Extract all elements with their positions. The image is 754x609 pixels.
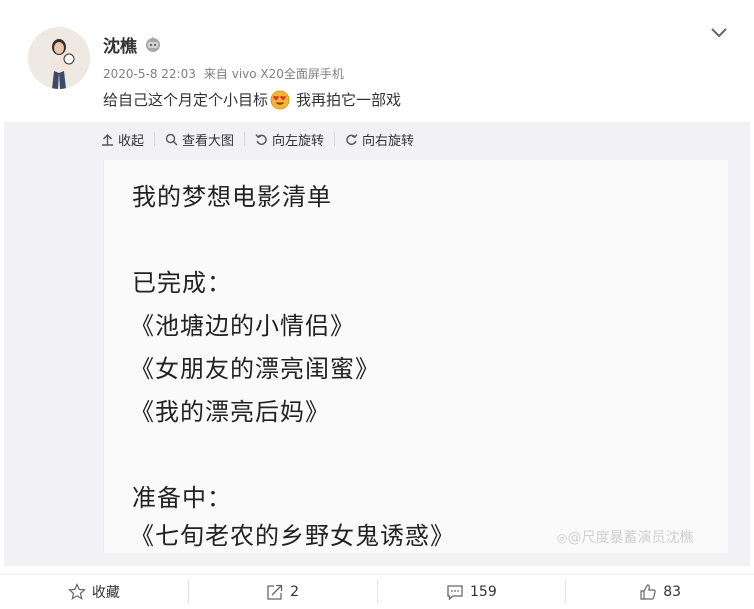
rotate-right-icon [346,133,358,145]
weibo-post-card: 沈樵 2020-5-8 22:03 来自 vivo X20全面屏手机 给自己这个月… [0,0,754,608]
robot-badge-icon [146,37,160,52]
like-count: 83 [663,584,682,600]
source-device[interactable]: vivo X20全面屏手机 [232,67,344,81]
post-text: 给自己这个月定个小目标 我再拍它一部戏 [103,89,401,110]
image-text-done-item: 《我的漂亮后妈》 [130,398,330,426]
rotate-left-button[interactable]: 向左旋转 [255,130,324,149]
share-icon [267,584,283,600]
collapse-label: 收起 [118,133,145,149]
star-icon [67,583,86,600]
search-icon [165,133,178,145]
image-text-todo-header: 准备中： [132,484,232,512]
arrow-up-icon [102,133,113,146]
rotate-left-icon [255,133,267,145]
post-image[interactable]: 我的梦想电影清单 已完成： 《池塘边的小情侣》 《女朋友的漂亮闺蜜》 《我的漂亮… [103,160,728,553]
toolbar-divider [154,132,156,146]
comment-count: 159 [470,584,497,600]
avatar[interactable] [28,27,90,89]
view-large-label: 查看大图 [182,133,235,149]
image-watermark: ◎@尺度暴蓄演员沈樵 [557,527,693,547]
post-meta: 2020-5-8 22:03 来自 vivo X20全面屏手机 [103,65,348,82]
image-text-todo-item: 《七旬老农的乡野女鬼诱惑》 [130,522,455,550]
collapse-button[interactable]: 收起 [101,130,144,149]
thumbs-up-icon [640,584,656,600]
repost-button[interactable]: 2 [189,575,377,609]
post-timestamp[interactable]: 2020-5-8 22:03 [103,67,196,81]
favorite-button[interactable]: 收藏 [0,575,188,609]
repost-count: 2 [290,584,300,600]
rotate-right-label: 向右旋转 [362,133,415,149]
heart-eyes-emoji-icon [270,90,290,109]
like-button[interactable]: 83 [566,575,754,609]
source-prefix: 来自 [203,67,228,81]
image-text-title: 我的梦想电影清单 [132,183,332,211]
favorite-label: 收藏 [91,585,120,601]
toolbar-divider [334,132,336,146]
image-text-done-item: 《女朋友的漂亮闺蜜》 [130,355,380,383]
post-text-part1: 给自己这个月定个小目标 [103,91,269,109]
comment-button[interactable]: 159 [378,575,566,609]
image-text-done-header: 已完成： [132,269,232,297]
rotate-left-label: 向左旋转 [272,133,325,149]
weibo-logo-icon: ◎ [557,531,568,545]
image-text-done-item: 《池塘边的小情侣》 [130,312,355,340]
watermark-text: @尺度暴蓄演员沈樵 [567,530,694,546]
view-large-button[interactable]: 查看大图 [165,130,234,149]
rotate-right-button[interactable]: 向右旋转 [345,130,414,149]
post-action-bar: 收藏 2 159 83 [0,574,754,609]
image-toolbar: 收起 查看大图 向左旋转 向右旋转 [101,128,414,150]
toolbar-divider [244,132,246,146]
comment-icon [447,585,463,601]
post-text-part2: 我再拍它一部戏 [296,91,402,109]
chevron-down-icon[interactable] [710,26,728,40]
username[interactable]: 沈樵 [103,32,137,57]
